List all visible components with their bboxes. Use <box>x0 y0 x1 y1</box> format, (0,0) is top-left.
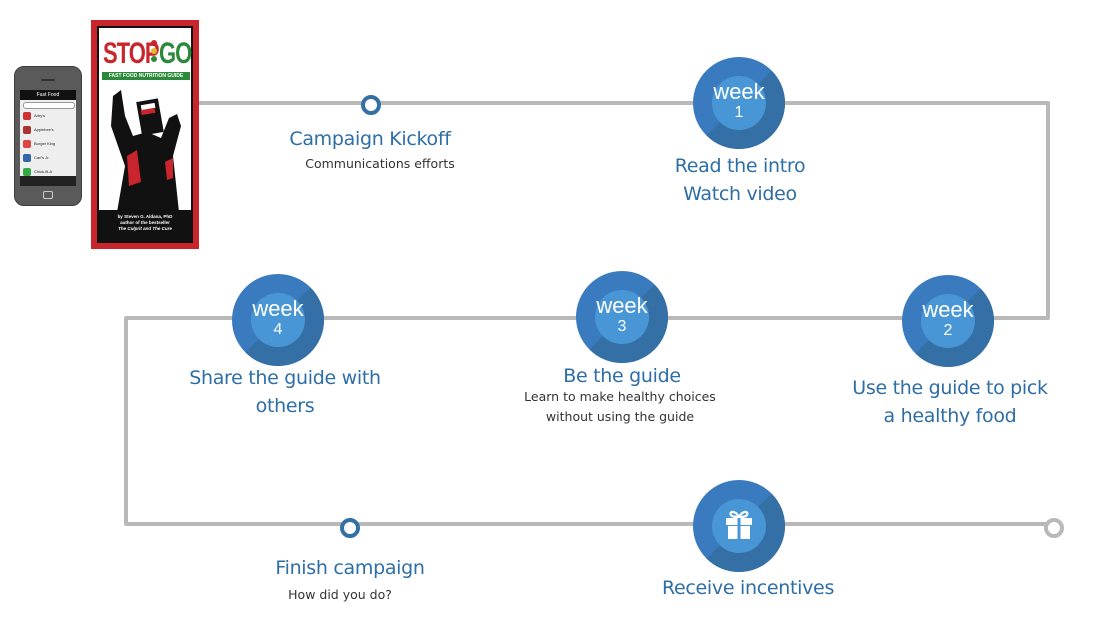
phone-list-item: Applebee's <box>23 124 73 136</box>
phone-speaker <box>41 79 55 81</box>
week-number: 4 <box>273 321 283 338</box>
week-2-title: Use the guide to pick a healthy food <box>852 377 1048 427</box>
finish-title: Finish campaign <box>275 557 425 579</box>
week-label: week <box>922 297 974 322</box>
week-1-title: Read the intro Watch video <box>674 155 806 205</box>
smartphone-app-image: Fast Food Arby's Applebee's Burger King … <box>14 66 82 206</box>
phone-tab-bar <box>20 176 76 186</box>
week-label: week <box>713 79 765 104</box>
book-cover-image: STOP GO FAST FOOD NUTRITION GUIDE by Ste… <box>91 20 199 249</box>
incentives-badge <box>693 480 785 572</box>
week-2-badge: week 2 <box>902 275 994 367</box>
traffic-light-icon <box>151 40 157 64</box>
finish-subtitle: How did you do? <box>288 587 392 602</box>
week-number: 2 <box>943 322 953 339</box>
phone-screen-title: Fast Food <box>20 90 76 100</box>
kickoff-title: Campaign Kickoff <box>289 128 451 150</box>
timeline-end-marker <box>1044 518 1064 538</box>
week-number: 3 <box>617 318 627 335</box>
week-3-badge: week 3 <box>576 271 668 363</box>
week-number: 1 <box>734 104 744 121</box>
week-4-title: Share the guide with others <box>189 367 381 417</box>
kickoff-marker <box>361 95 381 115</box>
week-label: week <box>252 296 304 321</box>
book-subtitle: FAST FOOD NUTRITION GUIDE <box>102 72 190 80</box>
phone-list-item: Burger King <box>23 138 73 150</box>
week-label: week <box>596 293 648 318</box>
book-illustration <box>111 90 181 212</box>
book-title-go: GO <box>159 36 192 70</box>
book-author: by Steven G. Aldana, PhD author of the b… <box>117 214 173 231</box>
phone-list-item: Carl's Jr. <box>23 152 73 164</box>
phone-search-bar <box>23 102 75 109</box>
phone-list-item: Arby's <box>23 110 73 122</box>
gift-icon <box>726 510 752 539</box>
finish-marker <box>340 518 360 538</box>
phone-screen: Fast Food Arby's Applebee's Burger King … <box>20 90 76 186</box>
incentives-title: Receive incentives <box>661 577 835 599</box>
week-3-title: Be the guide <box>563 365 681 387</box>
week-1-badge: week 1 <box>693 57 785 149</box>
kickoff-subtitle: Communications efforts <box>305 156 455 171</box>
week-4-badge: week 4 <box>232 274 324 366</box>
phone-home-button <box>43 191 53 199</box>
week-3-subtitle: Learn to make healthy choices without us… <box>524 389 716 424</box>
